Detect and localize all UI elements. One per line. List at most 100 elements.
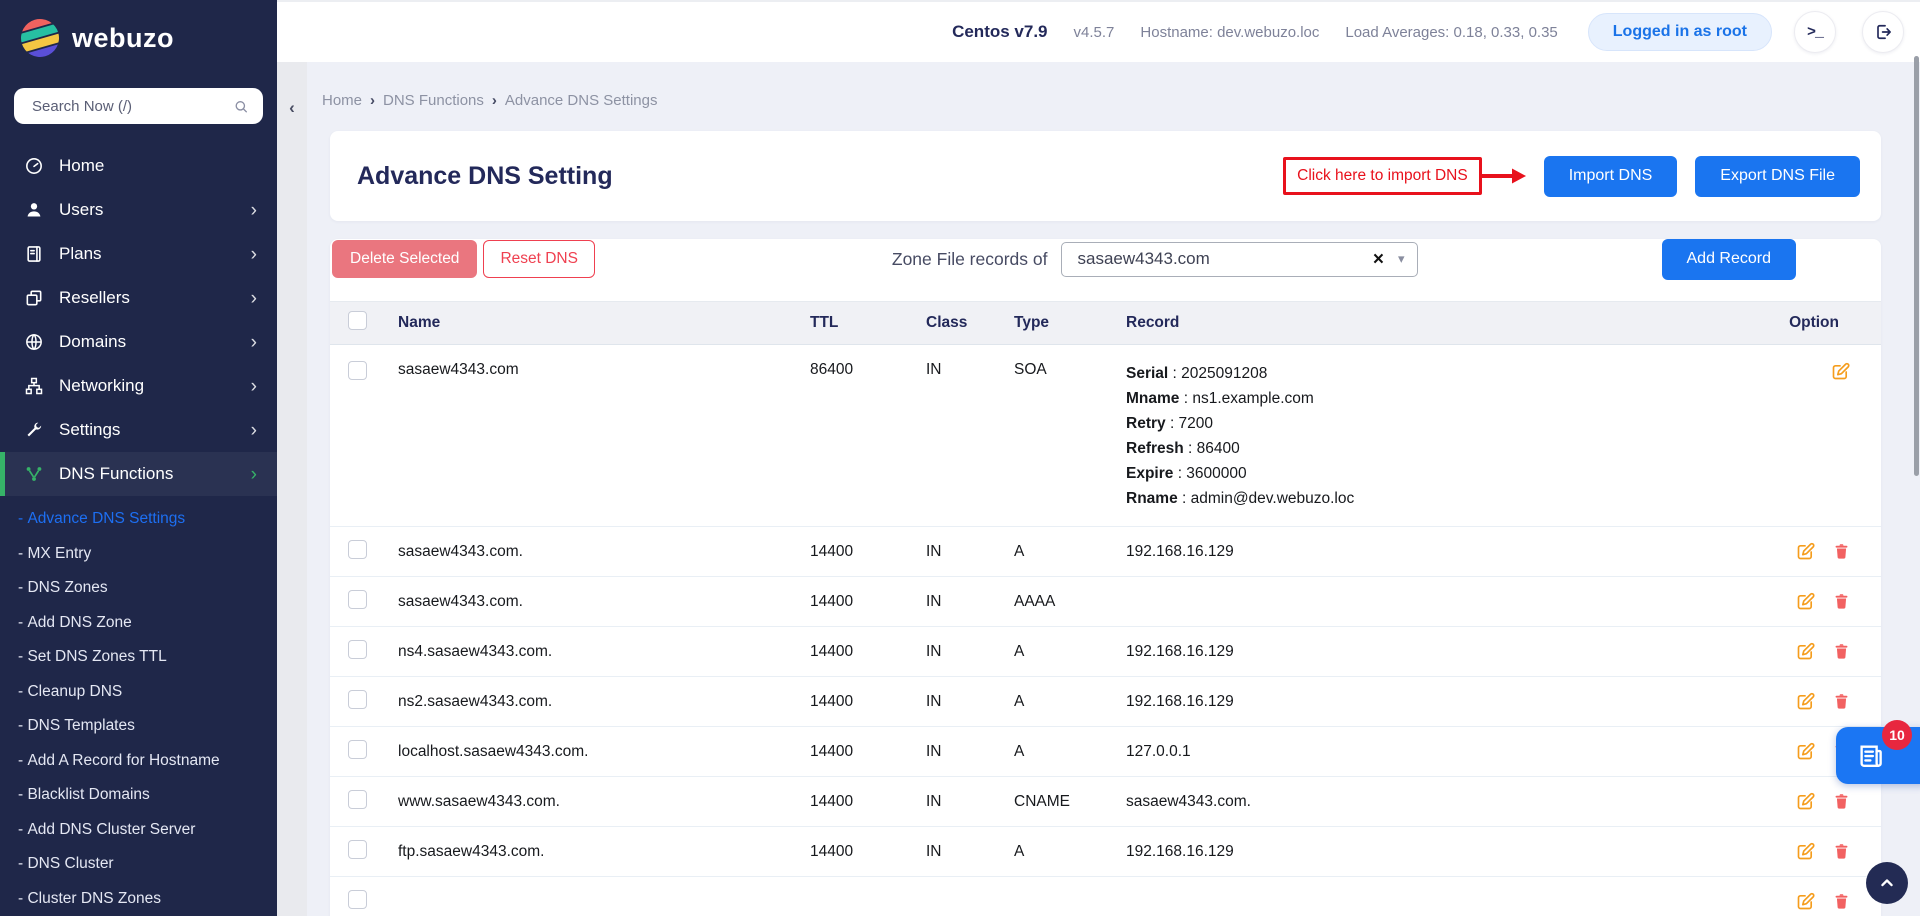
cell-name: ns4.sasaew4343.com. [398, 643, 810, 661]
sidebar-item-settings[interactable]: Settings› [0, 408, 277, 452]
row-options [1731, 361, 1861, 382]
sidebar-item-home[interactable]: Home [0, 144, 277, 188]
add-record-button[interactable]: Add Record [1662, 239, 1797, 280]
import-annotation-group: Click here to import DNS Import DNS Expo… [1283, 156, 1860, 197]
edit-icon[interactable] [1795, 541, 1816, 562]
lower-area: ‹ HomeDNS FunctionsAdvance DNS Settings … [277, 62, 1920, 916]
chevron-up-icon [1877, 873, 1897, 893]
submenu-item-dns-templates[interactable]: DNS Templates [0, 709, 277, 744]
row-checkbox[interactable] [348, 590, 367, 609]
sidebar-item-resellers[interactable]: Resellers› [0, 276, 277, 320]
trash-icon[interactable] [1832, 892, 1851, 911]
page-scrollbar-thumb[interactable] [1914, 56, 1919, 476]
search-icon[interactable] [233, 98, 249, 115]
row-options [1731, 641, 1861, 662]
reset-dns-button[interactable]: Reset DNS [483, 240, 595, 278]
brand-logo[interactable]: webuzo [0, 0, 277, 74]
edit-icon[interactable] [1795, 841, 1816, 862]
row-checkbox[interactable] [348, 890, 367, 909]
checkbox-cell [348, 640, 398, 664]
terminal-button[interactable]: >_ [1794, 11, 1836, 53]
sidebar-item-plans[interactable]: Plans› [0, 232, 277, 276]
edit-icon[interactable] [1795, 891, 1816, 912]
trash-icon[interactable] [1832, 642, 1851, 661]
cell-ttl: 14400 [810, 543, 926, 561]
submenu-item-add-dns-cluster-server[interactable]: Add DNS Cluster Server [0, 813, 277, 848]
cell-class: IN [926, 743, 1014, 761]
logged-in-pill[interactable]: Logged in as root [1588, 13, 1772, 51]
trash-icon[interactable] [1832, 542, 1851, 561]
trash-icon[interactable] [1832, 842, 1851, 861]
breadcrumb-link-home[interactable]: Home [322, 92, 383, 109]
edit-icon[interactable] [1795, 641, 1816, 662]
page-title: Advance DNS Setting [357, 162, 613, 191]
edit-icon[interactable] [1795, 791, 1816, 812]
submenu-item-add-a-record-for-hostname[interactable]: Add A Record for Hostname [0, 744, 277, 779]
cell-ttl: 14400 [810, 843, 926, 861]
row-checkbox[interactable] [348, 740, 367, 759]
sidebar-item-networking[interactable]: Networking› [0, 364, 277, 408]
row-checkbox[interactable] [348, 690, 367, 709]
sidebar-item-users[interactable]: Users› [0, 188, 277, 232]
table-row: sasaew4343.com.14400INAAAA [330, 577, 1881, 627]
cell-name: sasaew4343.com [398, 361, 810, 379]
edit-icon[interactable] [1830, 361, 1851, 382]
trash-icon[interactable] [1832, 592, 1851, 611]
breadcrumb-link-advance-dns-settings[interactable]: Advance DNS Settings [505, 92, 658, 109]
soa-field: Mname : ns1.example.com [1126, 386, 1731, 411]
sidebar-item-dns-functions[interactable]: DNS Functions› [0, 452, 277, 496]
sidebar-item-label: Plans [59, 244, 102, 264]
collapse-arrow-icon[interactable]: ‹ [289, 98, 295, 916]
column-header-class: Class [926, 314, 1014, 332]
row-checkbox[interactable] [348, 540, 367, 559]
select-all-checkbox[interactable] [348, 311, 367, 330]
import-dns-button[interactable]: Import DNS [1544, 156, 1678, 197]
submenu-item-cleanup-dns[interactable]: Cleanup DNS [0, 675, 277, 710]
trash-icon[interactable] [1832, 692, 1851, 711]
cell-name: sasaew4343.com. [398, 593, 810, 611]
search-input[interactable] [30, 97, 233, 116]
row-checkbox[interactable] [348, 361, 367, 380]
edit-icon[interactable] [1795, 691, 1816, 712]
export-dns-button[interactable]: Export DNS File [1695, 156, 1860, 197]
sidebar-item-label: Settings [59, 420, 120, 440]
cell-class: IN [926, 593, 1014, 611]
cell-ttl: 14400 [810, 743, 926, 761]
submenu-item-add-dns-zone[interactable]: Add DNS Zone [0, 606, 277, 641]
cell-class: IN [926, 793, 1014, 811]
row-options [1731, 541, 1861, 562]
sidebar-item-domains[interactable]: Domains› [0, 320, 277, 364]
cell-name: www.sasaew4343.com. [398, 793, 810, 811]
checkbox-cell [348, 690, 398, 714]
cell-type: SOA [1014, 361, 1126, 379]
submenu-item-blacklist-domains[interactable]: Blacklist Domains [0, 778, 277, 813]
submenu-item-cluster-dns-zones[interactable]: Cluster DNS Zones [0, 882, 277, 916]
edit-icon[interactable] [1795, 741, 1816, 762]
cell-type: A [1014, 543, 1126, 561]
scroll-to-top-button[interactable] [1866, 862, 1908, 904]
submenu-item-set-dns-zones-ttl[interactable]: Set DNS Zones TTL [0, 640, 277, 675]
submenu-item-mx-entry[interactable]: MX Entry [0, 537, 277, 572]
breadcrumb-link-dns-functions[interactable]: DNS Functions [383, 92, 505, 109]
sidebar-item-label: Resellers [59, 288, 130, 308]
delete-selected-button[interactable]: Delete Selected [332, 240, 477, 278]
table-row: ns2.sasaew4343.com.14400INA192.168.16.12… [330, 677, 1881, 727]
chevron-right-icon: › [251, 333, 257, 352]
submenu-item-dns-cluster[interactable]: DNS Cluster [0, 847, 277, 882]
caret-down-icon[interactable]: ▾ [1398, 251, 1405, 267]
sidebar-collapse-strip[interactable]: ‹ [277, 62, 307, 916]
trash-icon[interactable] [1832, 792, 1851, 811]
records-toolbar: Delete Selected Reset DNS Zone File reco… [332, 239, 1796, 279]
table-row: ftp.sasaew4343.com.14400INA192.168.16.12… [330, 827, 1881, 877]
zone-select[interactable]: sasaew4343.com × ▾ [1061, 242, 1418, 277]
soa-field: Retry : 7200 [1126, 411, 1731, 436]
notifications-button[interactable]: 10 [1836, 727, 1920, 784]
submenu-item-dns-zones[interactable]: DNS Zones [0, 571, 277, 606]
row-checkbox[interactable] [348, 640, 367, 659]
clear-selection-icon[interactable]: × [1373, 250, 1384, 269]
submenu-item-advance-dns-settings[interactable]: Advance DNS Settings [0, 502, 277, 537]
logout-button[interactable] [1862, 11, 1904, 53]
edit-icon[interactable] [1795, 591, 1816, 612]
row-checkbox[interactable] [348, 840, 367, 859]
row-checkbox[interactable] [348, 790, 367, 809]
